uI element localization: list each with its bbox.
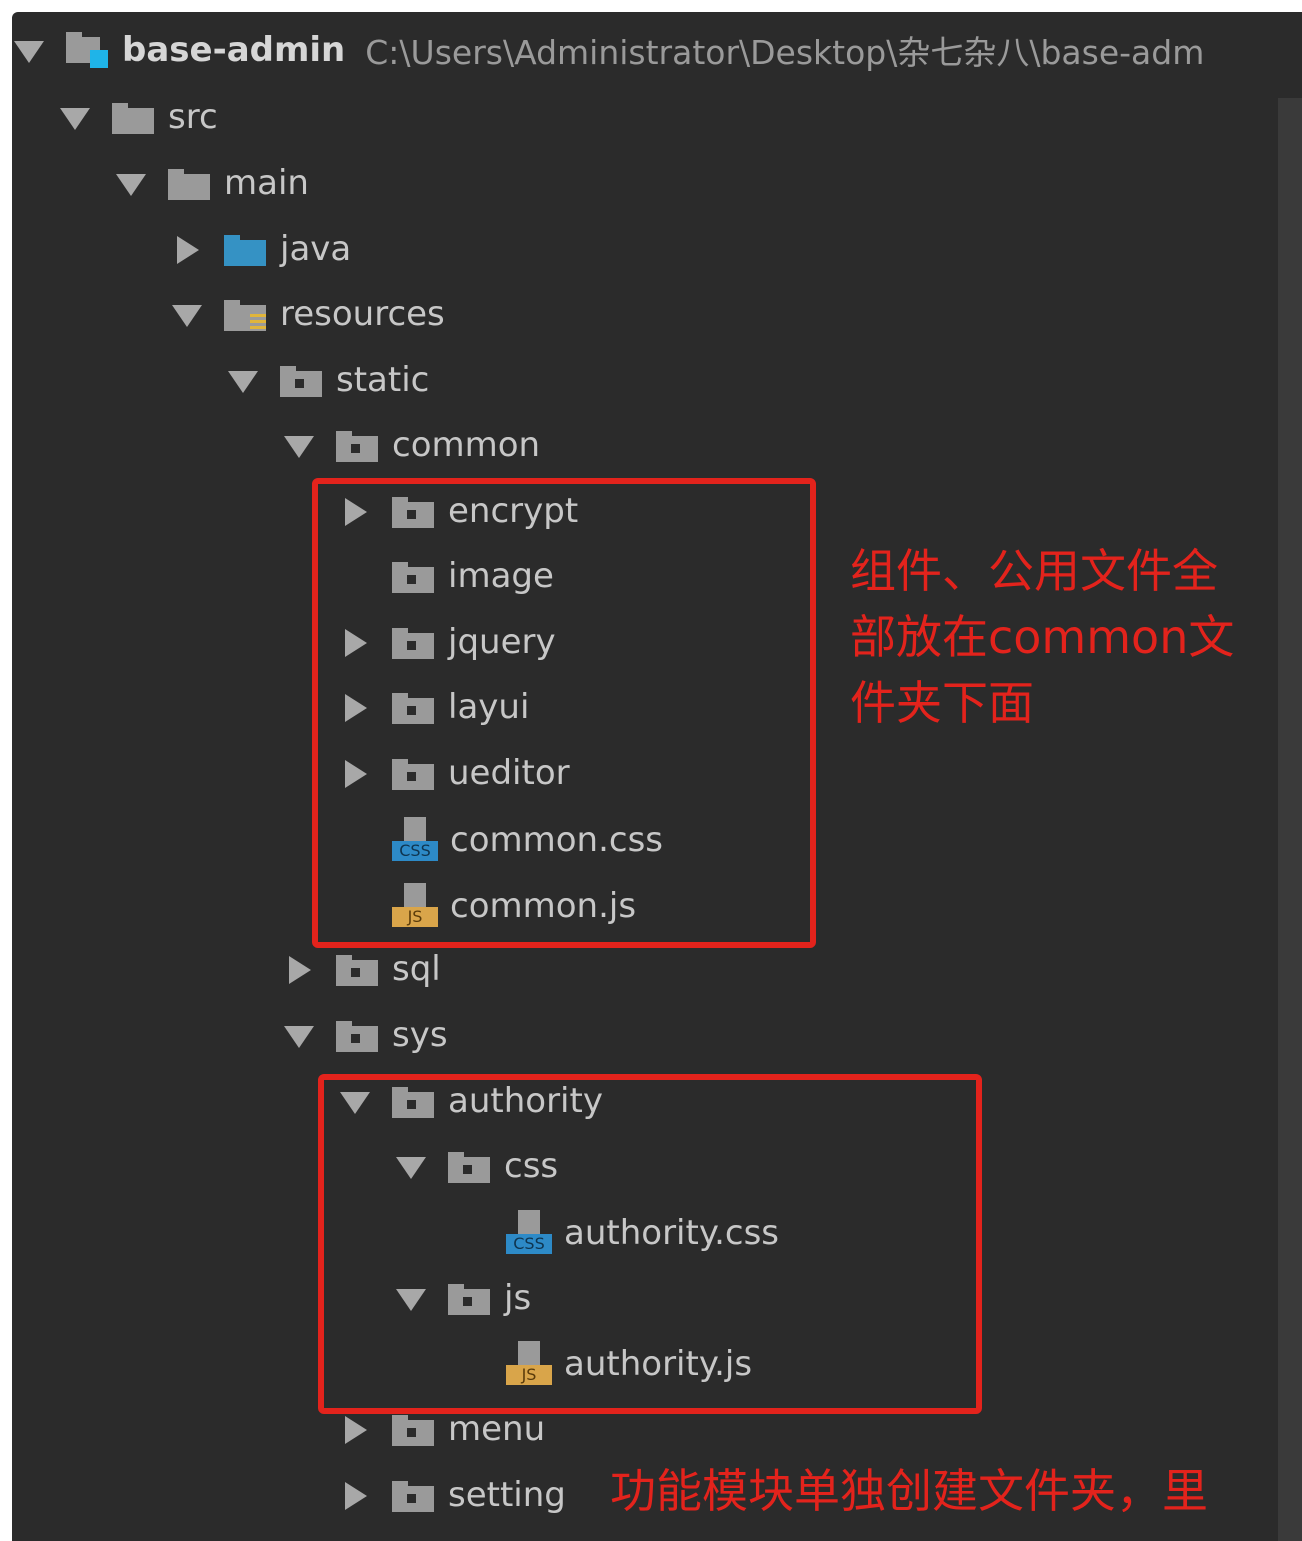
- annotation-note-common: 组件、公用文件全 部放在common文 件夹下面: [850, 544, 1235, 730]
- tree-label: setting: [448, 1475, 566, 1515]
- expand-arrow-icon[interactable]: [168, 298, 208, 330]
- project-tree-panel: base-admin C:\Users\Administrator\Deskto…: [12, 12, 1302, 1541]
- tree-label: resources: [280, 294, 445, 334]
- tree-label: src: [168, 97, 218, 137]
- tree-row-common[interactable]: common: [280, 413, 540, 477]
- folder-icon: [278, 362, 324, 398]
- vertical-scrollbar[interactable]: [1278, 98, 1302, 1541]
- tree-row-resources[interactable]: resources: [168, 282, 445, 346]
- collapse-arrow-icon[interactable]: [336, 1479, 376, 1511]
- tree-row-setting[interactable]: setting: [336, 1463, 566, 1527]
- tree-label: sys: [392, 1015, 448, 1055]
- tree-row-sys[interactable]: sys: [280, 1003, 448, 1067]
- tree-row-root[interactable]: base-admin C:\Users\Administrator\Deskto…: [12, 18, 1204, 82]
- expand-arrow-icon[interactable]: [224, 364, 264, 396]
- annotation-box-authority: [318, 1074, 982, 1414]
- annotation-box-common: [312, 478, 816, 948]
- folder-icon: [334, 951, 380, 987]
- tree-row-static[interactable]: static: [224, 348, 429, 412]
- folder-icon: [166, 165, 212, 201]
- collapse-arrow-icon[interactable]: [168, 233, 208, 265]
- tree-row-main[interactable]: main: [112, 151, 309, 215]
- expand-arrow-icon[interactable]: [112, 167, 152, 199]
- tree-label: static: [336, 360, 430, 400]
- module-name: base-admin: [122, 30, 346, 70]
- module-path: C:\Users\Administrator\Desktop\杂七杂八\base…: [365, 33, 1205, 72]
- tree-label: main: [224, 163, 309, 203]
- folder-icon: [390, 1477, 436, 1513]
- tree-row-src[interactable]: src: [56, 85, 218, 149]
- tree-label: sql: [392, 949, 441, 989]
- expand-arrow-icon[interactable]: [280, 1019, 320, 1051]
- folder-icon: [334, 1017, 380, 1053]
- resources-folder-icon: [222, 296, 268, 332]
- tree-label: menu: [448, 1409, 546, 1449]
- tree-label: common: [392, 425, 541, 465]
- collapse-arrow-icon[interactable]: [336, 1413, 376, 1445]
- expand-arrow-icon[interactable]: [280, 429, 320, 461]
- tree-label: java: [280, 229, 352, 269]
- source-folder-icon: [222, 231, 268, 267]
- expand-arrow-icon[interactable]: [12, 34, 50, 66]
- tree-row-java[interactable]: java: [168, 217, 351, 281]
- expand-arrow-icon[interactable]: [56, 101, 96, 133]
- annotation-note-module: 功能模块单独创建文件夹，里: [610, 1464, 1208, 1518]
- folder-icon: [110, 99, 156, 135]
- folder-icon: [334, 427, 380, 463]
- collapse-arrow-icon[interactable]: [280, 953, 320, 985]
- folder-icon: [390, 1411, 436, 1447]
- module-folder-icon: [64, 30, 110, 70]
